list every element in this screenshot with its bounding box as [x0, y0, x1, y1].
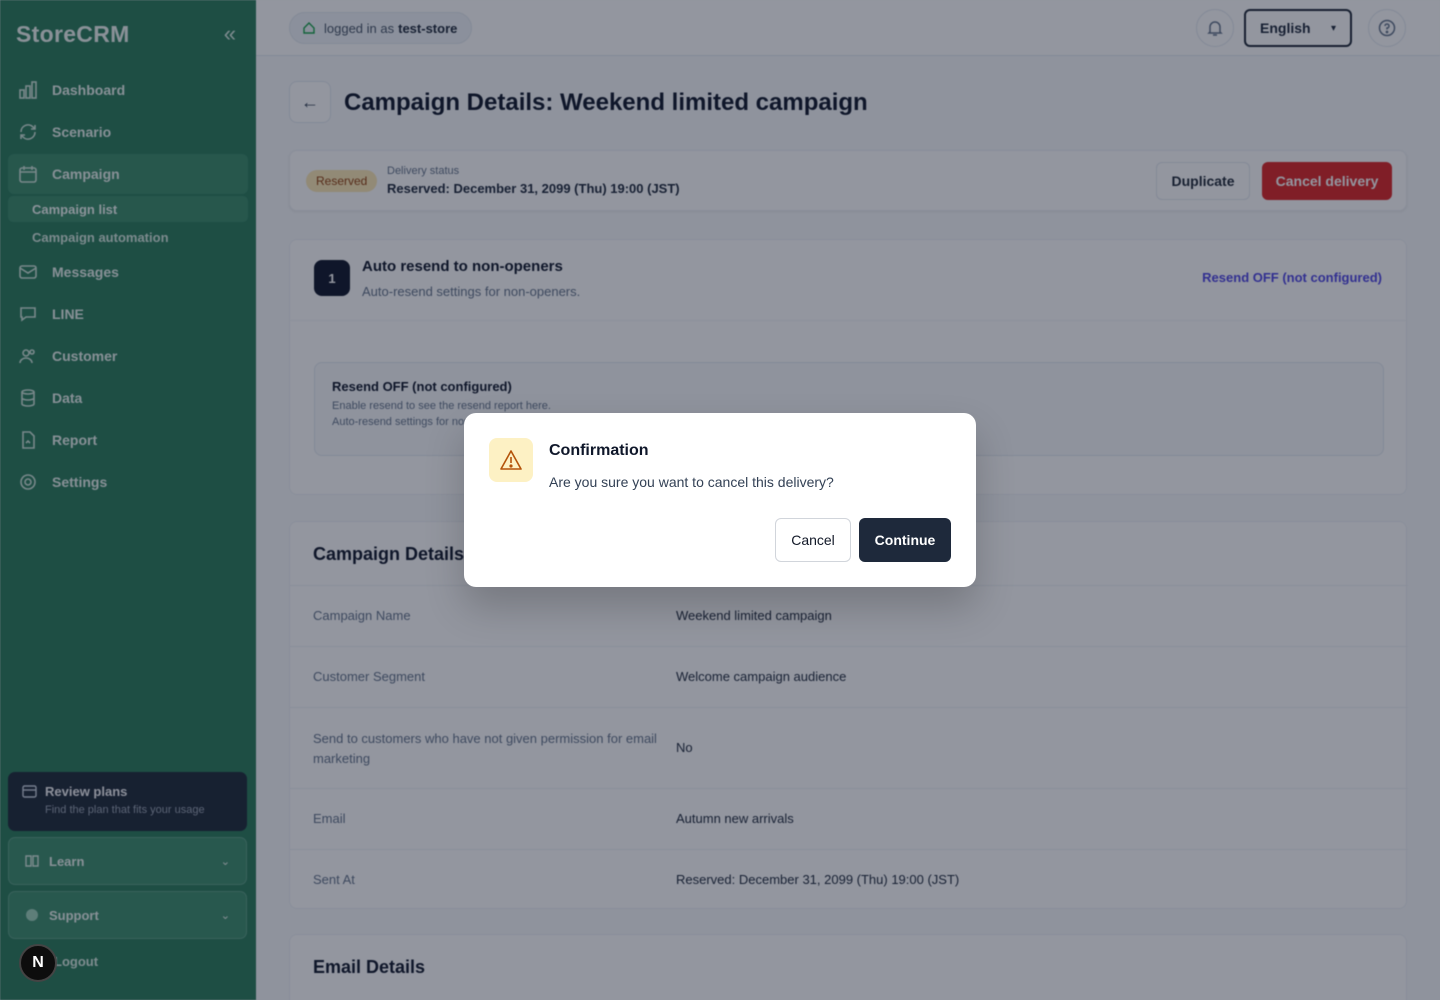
n-badge[interactable]: N: [19, 944, 57, 982]
cancel-button[interactable]: Cancel: [775, 518, 851, 562]
confirmation-dialog: Confirmation Are you sure you want to ca…: [464, 413, 976, 587]
dialog-message: Are you sure you want to cancel this del…: [549, 474, 834, 490]
warning-icon: [489, 438, 533, 482]
continue-button[interactable]: Continue: [859, 518, 951, 562]
dialog-title: Confirmation: [549, 442, 649, 459]
